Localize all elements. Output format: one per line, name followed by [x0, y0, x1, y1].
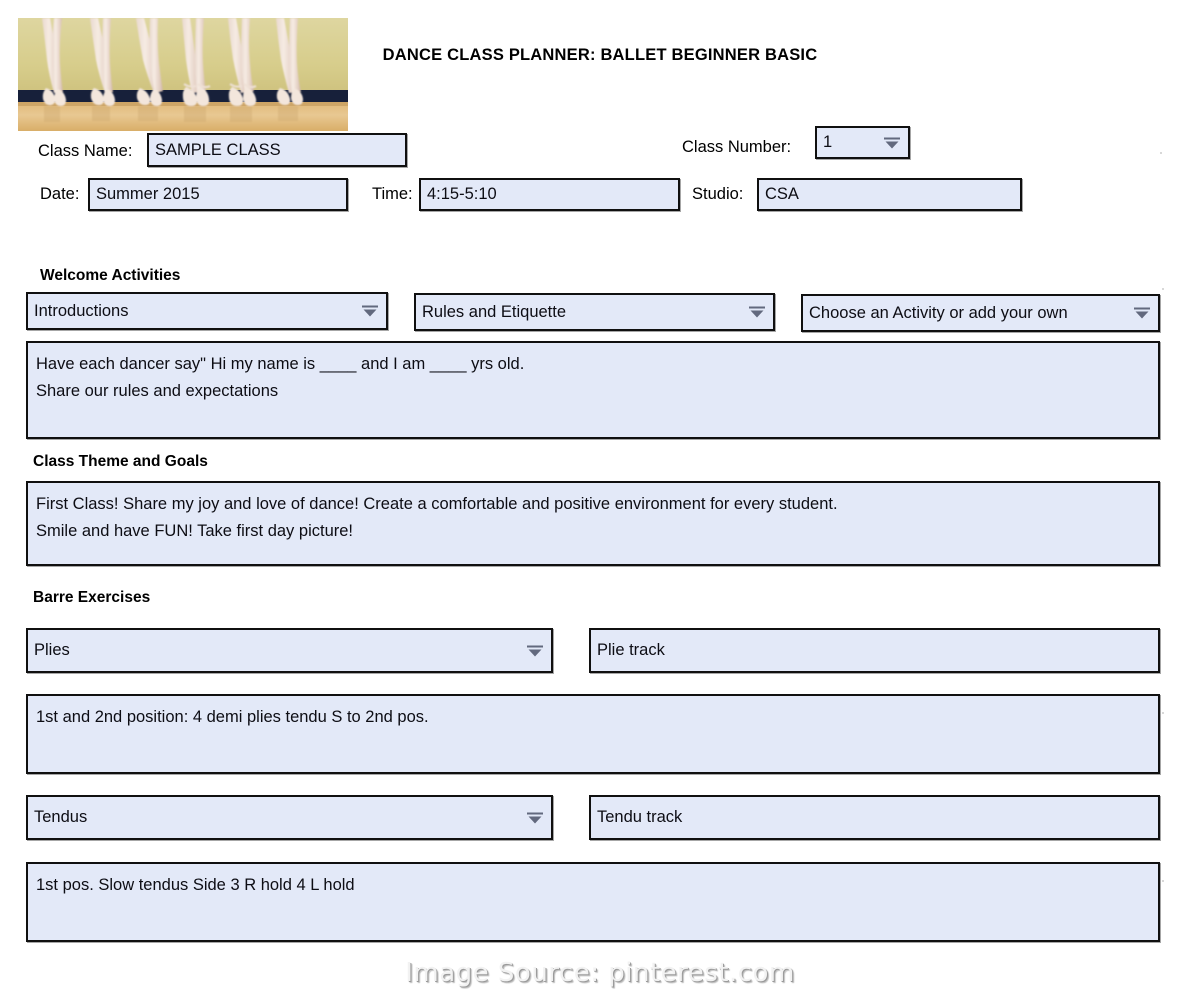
ballet-photo-graphic — [18, 18, 348, 131]
time-value: 4:15-5:10 — [427, 185, 497, 204]
welcome-activity-dropdown-3[interactable]: Choose an Activity or add your own — [801, 294, 1160, 332]
class-number-label: Class Number: — [682, 138, 792, 156]
welcome-activity-dropdown-1[interactable]: Introductions — [26, 292, 388, 330]
barre-track-field-2[interactable]: Tendu track — [589, 795, 1160, 840]
class-theme-notes[interactable]: First Class! Share my joy and love of da… — [26, 481, 1160, 566]
page-title: DANCE CLASS PLANNER: BALLET BEGINNER BAS… — [382, 46, 818, 64]
page-hairline — [1162, 880, 1164, 882]
chevron-down-icon[interactable] — [525, 811, 545, 825]
welcome-activity-dropdown-2[interactable]: Rules and Etiquette — [414, 293, 775, 331]
chevron-down-icon[interactable] — [525, 644, 545, 658]
barre-exercises-heading: Barre Exercises — [33, 589, 151, 606]
chevron-down-icon[interactable] — [1132, 306, 1152, 320]
date-field[interactable]: Summer 2015 — [88, 178, 348, 211]
source-watermark: Image Source: pinterest.com — [405, 958, 795, 988]
chevron-down-icon[interactable] — [747, 305, 767, 319]
barre-track-value-2: Tendu track — [597, 808, 683, 827]
chevron-down-icon[interactable] — [882, 136, 902, 150]
page-hairline — [1160, 152, 1162, 154]
studio-field[interactable]: CSA — [757, 178, 1022, 211]
welcome-activity-value-2: Rules and Etiquette — [422, 302, 567, 321]
class-name-value: SAMPLE CLASS — [155, 140, 281, 159]
class-theme-heading: Class Theme and Goals — [33, 453, 208, 470]
barre-track-value-1: Plie track — [597, 641, 665, 660]
barre-exercise-notes-1[interactable]: 1st and 2nd position: 4 demi plies tendu… — [26, 694, 1160, 774]
welcome-activities-notes[interactable]: Have each dancer say" Hi my name is ____… — [26, 341, 1160, 439]
chevron-down-icon[interactable] — [360, 304, 380, 318]
ballet-photo — [18, 18, 348, 131]
welcome-activities-heading: Welcome Activities — [40, 267, 181, 284]
date-label: Date: — [40, 185, 80, 203]
class-name-field[interactable]: SAMPLE CLASS — [147, 133, 407, 167]
welcome-activity-value-3: Choose an Activity or add your own — [809, 303, 1068, 322]
class-number-dropdown[interactable]: 1 — [815, 126, 910, 159]
studio-label: Studio: — [692, 185, 744, 203]
barre-exercise-notes-2[interactable]: 1st pos. Slow tendus Side 3 R hold 4 L h… — [26, 862, 1160, 942]
barre-exercise-name-2: Tendus — [34, 808, 88, 827]
date-value: Summer 2015 — [96, 185, 200, 204]
studio-value: CSA — [765, 185, 799, 204]
class-number-value: 1 — [823, 133, 833, 152]
barre-track-field-1[interactable]: Plie track — [589, 628, 1160, 673]
time-field[interactable]: 4:15-5:10 — [419, 178, 680, 211]
welcome-activity-value-1: Introductions — [34, 301, 129, 320]
page-hairline — [1162, 712, 1164, 714]
page-hairline — [1162, 288, 1164, 290]
barre-exercise-name-1: Plies — [34, 641, 70, 660]
barre-exercise-dropdown-2[interactable]: Tendus — [26, 795, 553, 840]
barre-exercise-dropdown-1[interactable]: Plies — [26, 628, 553, 673]
class-name-label: Class Name: — [38, 142, 133, 160]
time-label: Time: — [372, 185, 413, 203]
